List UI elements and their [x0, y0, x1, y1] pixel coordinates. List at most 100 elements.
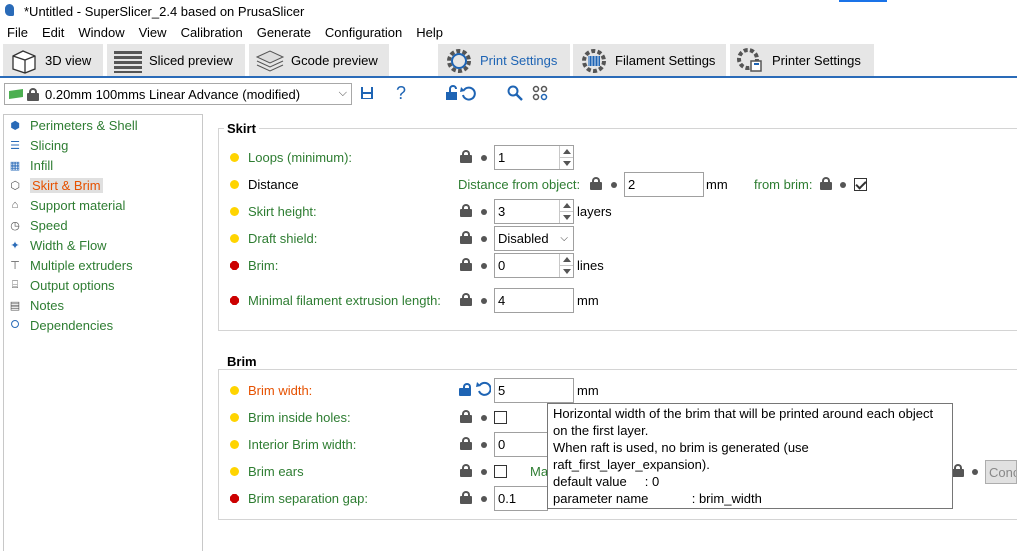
skirt-height-spinner[interactable]: 3 [494, 199, 574, 224]
help-question-icon[interactable]: ? [396, 83, 406, 103]
system-value-bullet-icon[interactable] [481, 469, 487, 475]
system-value-bullet-icon[interactable] [481, 209, 487, 215]
unlock-icon[interactable] [445, 83, 459, 103]
basic-mode-dot [230, 207, 239, 216]
tab-print-settings[interactable]: Print Settings [438, 44, 570, 77]
print-preset-select[interactable]: 0.20mm 100mms Linear Advance (modified) … [4, 83, 352, 105]
system-value-bullet-icon[interactable] [481, 496, 487, 502]
lock-icon[interactable] [460, 437, 472, 450]
chevron-down-icon: ⌵ [560, 233, 568, 244]
tooltip-line: raft_first_layer_expansion). [553, 457, 710, 472]
tab-label: Filament Settings [615, 53, 716, 68]
menu-generate[interactable]: Generate [250, 25, 318, 40]
skirt-distance-input[interactable]: 2 [624, 172, 704, 197]
distance-unit: mm [706, 177, 728, 192]
sidebar-item-output-options[interactable]: ⌸ Output options [8, 276, 115, 294]
tab-printer-settings[interactable]: Printer Settings [730, 44, 874, 77]
skirts-spinner[interactable]: 1 [494, 145, 574, 170]
brim-ears-detection-button[interactable]: Conc [985, 460, 1017, 484]
sidebar-item-perimeters[interactable]: ⬢ Perimeters & Shell [8, 116, 137, 134]
extruders-icon: ⊤ [10, 259, 20, 272]
menu-help[interactable]: Help [409, 25, 450, 40]
from-brim-label: from brim: [754, 177, 813, 192]
lock-icon[interactable] [460, 204, 472, 217]
support-icon: ⌂ [11, 199, 19, 211]
sidebar-item-speed[interactable]: ◷ Speed [8, 216, 67, 234]
skirt-group-title: Skirt [224, 121, 259, 136]
system-value-bullet-icon[interactable] [481, 263, 487, 269]
interior-brim-width-label: Interior Brim width: [248, 437, 357, 452]
infill-icon: ▦ [9, 159, 21, 172]
spin-buttons[interactable] [559, 200, 573, 223]
search-icon[interactable] [507, 83, 523, 103]
tab-3d-view[interactable]: 3D view [3, 44, 103, 77]
system-value-bullet-icon[interactable] [481, 415, 487, 421]
lock-icon[interactable] [460, 258, 472, 271]
lock-icon[interactable] [460, 491, 472, 504]
spin-buttons[interactable] [559, 146, 573, 169]
menu-configuration[interactable]: Configuration [318, 25, 409, 40]
compare-icon[interactable] [532, 83, 548, 103]
tooltip-line: on the first layer. [553, 423, 649, 438]
menu-calibration[interactable]: Calibration [174, 25, 250, 40]
system-value-bullet-icon[interactable] [611, 182, 617, 188]
preset-value: 0.20mm 100mms Linear Advance (modified) [45, 86, 301, 102]
sidebar-item-slicing[interactable]: ☰ Slicing [8, 136, 68, 154]
menu-file[interactable]: File [0, 25, 35, 40]
undo-arrow-icon[interactable] [476, 380, 492, 400]
save-icon[interactable] [360, 83, 374, 103]
basic-mode-dot [230, 234, 239, 243]
lock-icon[interactable] [820, 177, 832, 190]
draft-shield-select[interactable]: Disabled ⌵ [494, 226, 574, 251]
system-value-bullet-icon[interactable] [481, 298, 487, 304]
lock-icon[interactable] [460, 410, 472, 423]
sidebar-item-multiple-extruders[interactable]: ⊤ Multiple extruders [8, 256, 132, 274]
brim-ears-label: Brim ears [248, 464, 304, 479]
system-value-bullet-icon[interactable] [481, 236, 487, 242]
skirt-height-label: Skirt height: [248, 204, 317, 219]
tab-sliced-preview[interactable]: Sliced preview [107, 44, 245, 77]
brim-inside-holes-checkbox[interactable] [494, 411, 507, 424]
lock-icon[interactable] [460, 293, 472, 306]
lock-icon[interactable] [460, 150, 472, 163]
sidebar-item-support[interactable]: ⌂ Support material [8, 196, 126, 214]
flag-icon [9, 89, 23, 99]
brim-width-input[interactable]: 5 [494, 378, 574, 403]
layers-icon [113, 48, 143, 74]
tab-gcode-preview[interactable]: Gcode preview [249, 44, 389, 77]
sidebar-item-infill[interactable]: ▦ Infill [8, 156, 53, 174]
system-value-bullet-icon[interactable] [972, 469, 978, 475]
system-value-bullet-icon[interactable] [481, 442, 487, 448]
menu-view[interactable]: View [132, 25, 174, 40]
tab-bar: 3D view Sliced preview Gcode preview Pri… [0, 43, 1017, 77]
system-value-bullet-icon[interactable] [481, 155, 487, 161]
stack-icon [255, 48, 285, 74]
sidebar-item-width-flow[interactable]: ✦ Width & Flow [8, 236, 106, 254]
min-extrusion-unit: mm [577, 293, 599, 308]
sidebar-item-dependencies[interactable]: ⭘ Dependencies [8, 316, 114, 334]
lock-icon[interactable] [460, 231, 472, 244]
sidebar-item-notes[interactable]: ▤ Notes [8, 296, 64, 314]
undo-arrow-icon[interactable] [460, 83, 476, 103]
menu-window[interactable]: Window [71, 25, 131, 40]
unlock-icon[interactable] [459, 383, 471, 396]
tab-filament-settings[interactable]: Filament Settings [573, 44, 726, 77]
basic-mode-dot [230, 386, 239, 395]
spin-buttons[interactable] [559, 254, 573, 277]
lock-icon[interactable] [590, 177, 602, 190]
filament-gear-icon [579, 48, 609, 74]
lock-icon[interactable] [460, 464, 472, 477]
lock-icon[interactable] [952, 464, 964, 477]
brim-separation-label: Brim separation gap: [248, 491, 368, 506]
interior-brim-width-input[interactable]: 0 [494, 432, 548, 457]
brim-ears-checkbox[interactable] [494, 465, 507, 478]
skirt-brim-spinner[interactable]: 0 [494, 253, 574, 278]
menu-edit[interactable]: Edit [35, 25, 71, 40]
superslicer-logo-icon [4, 4, 18, 18]
brim-separation-input[interactable]: 0.1 [494, 486, 548, 511]
sidebar-item-skirt-brim[interactable]: ⬡ Skirt & Brim [8, 176, 103, 194]
slicing-icon: ☰ [10, 139, 20, 152]
from-brim-checkbox[interactable] [854, 178, 867, 191]
system-value-bullet-icon[interactable] [840, 182, 846, 188]
min-extrusion-input[interactable]: 4 [494, 288, 574, 313]
